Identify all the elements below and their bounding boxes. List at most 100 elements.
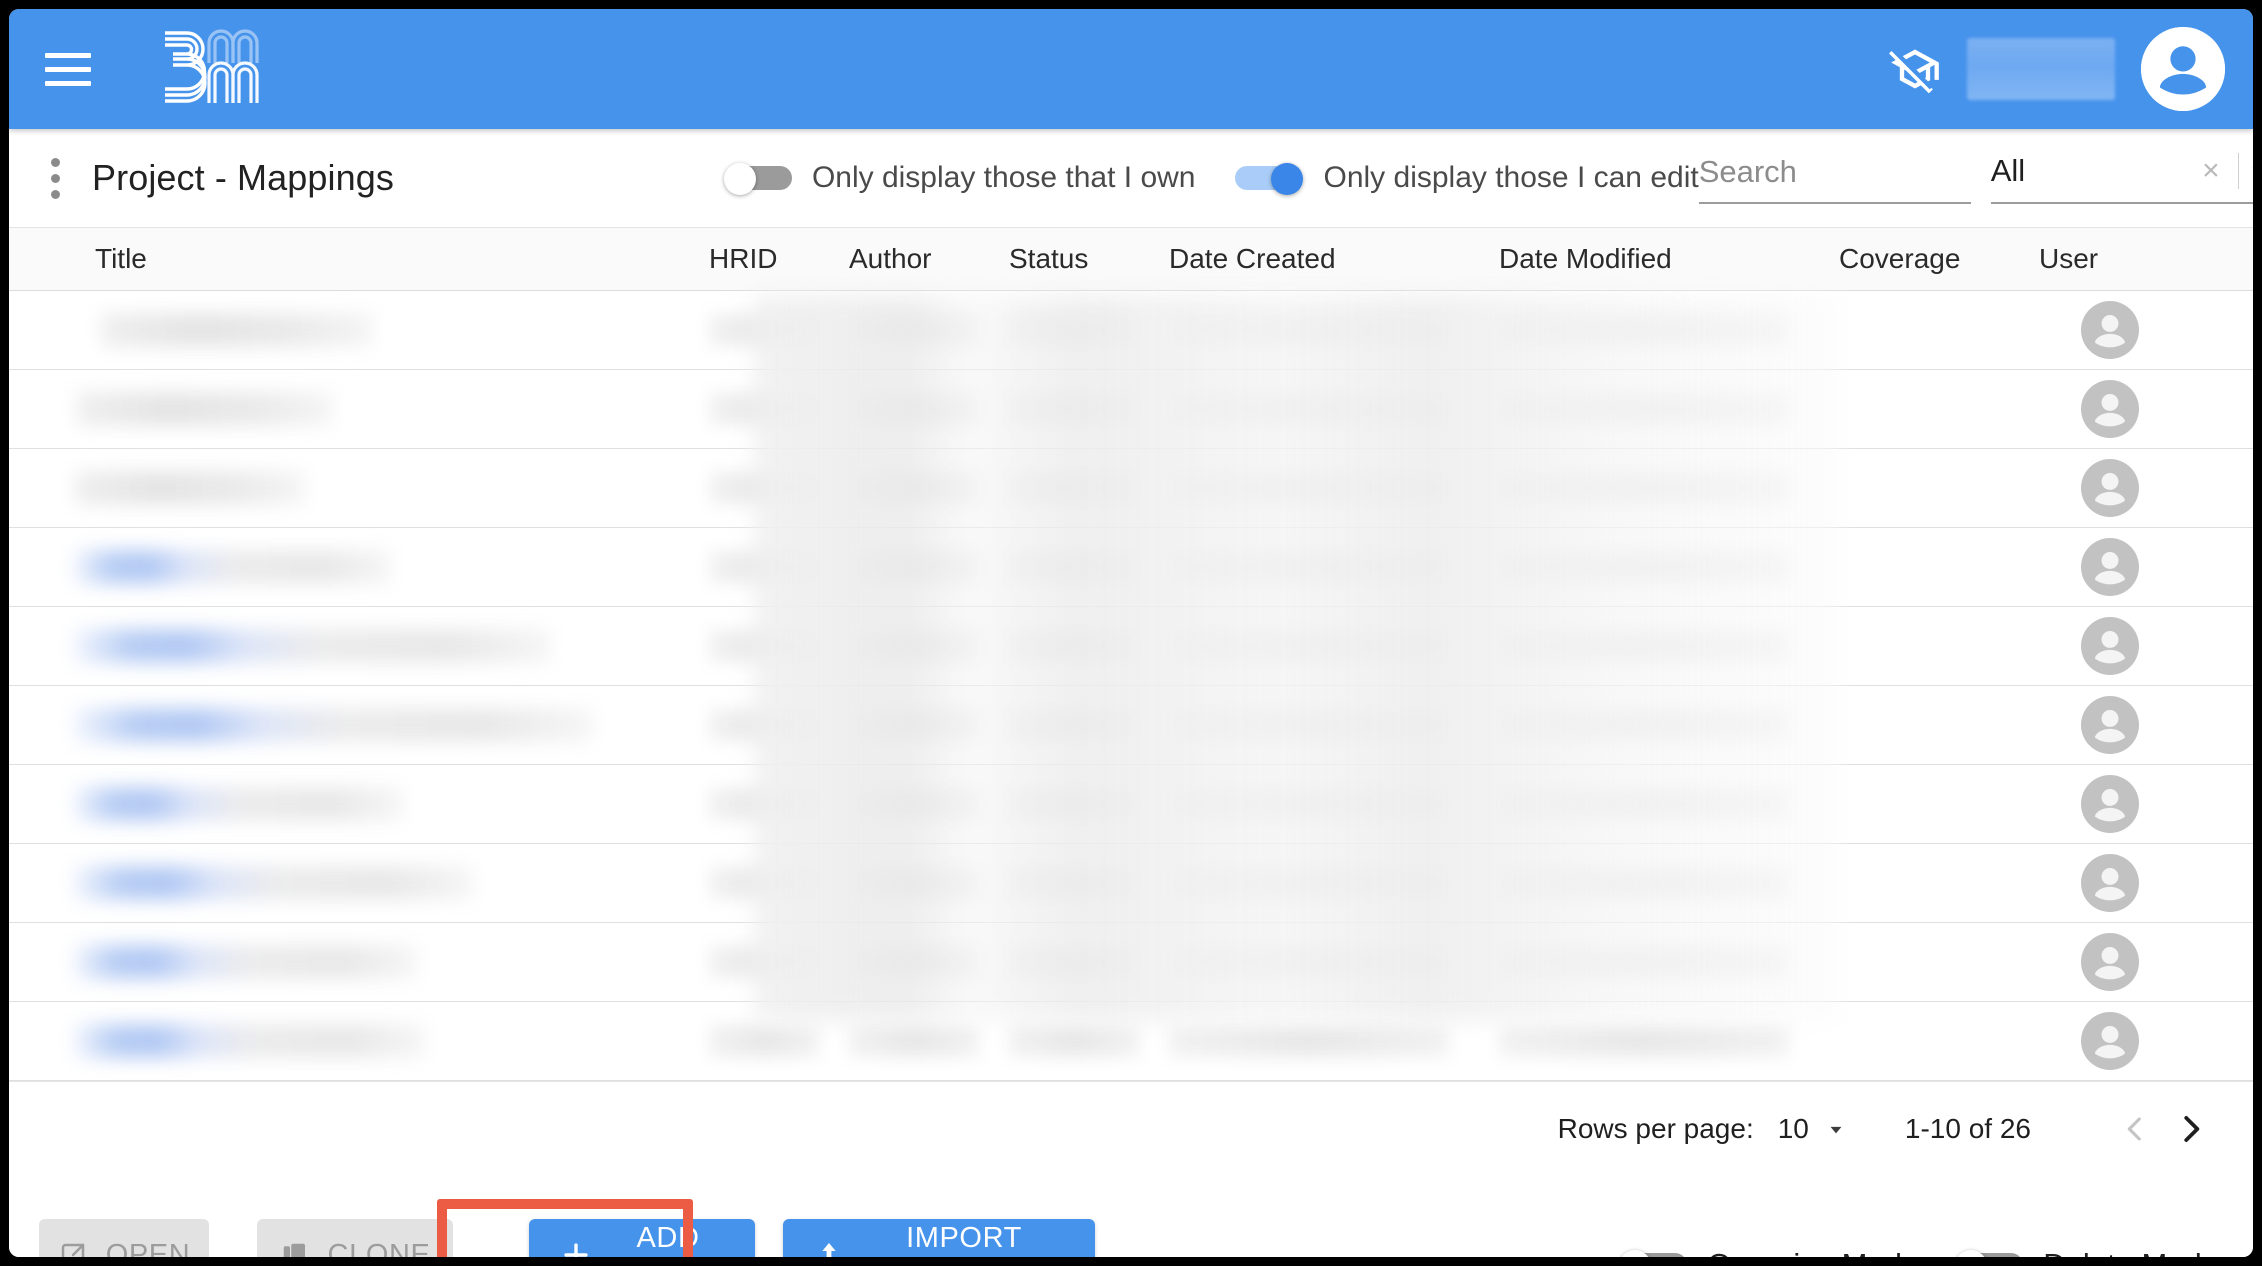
add-new-button[interactable]: ADD NEW: [529, 1219, 755, 1257]
cell-coverage: [1839, 449, 2039, 528]
toggle-only-own-switch[interactable]: [724, 163, 792, 193]
cell-created: [1169, 844, 1499, 923]
cell-title-redacted: [101, 313, 373, 347]
person-icon: [2081, 933, 2139, 991]
username-redacted: [1967, 38, 2115, 100]
cell-value-redacted: [1009, 393, 1139, 425]
cell-status: [1009, 686, 1169, 765]
cell-title: [9, 607, 709, 686]
table-row[interactable]: [9, 607, 2253, 686]
cell-coverage: [1839, 607, 2039, 686]
cell-author: [849, 291, 1009, 370]
cell-title: [9, 528, 709, 607]
field-divider: [2238, 153, 2239, 189]
filter-toggles: Only display those that I own Only displ…: [724, 161, 1699, 195]
cell-modified: [1499, 607, 1839, 686]
cell-coverage: [1839, 528, 2039, 607]
column-header-author[interactable]: Author: [849, 243, 1009, 275]
pagination: Rows per page: 10 1-10 of 26: [1558, 1101, 2219, 1157]
cell-author: [849, 528, 1009, 607]
cell-modified: [1499, 844, 1839, 923]
cell-modified: [1499, 765, 1839, 844]
cell-user: [2039, 449, 2219, 528]
toggle-delete-mode[interactable]: Delete Mode: [1955, 1247, 2219, 1257]
cell-value-redacted: [1499, 551, 1789, 583]
cell-value-redacted: [1499, 788, 1789, 820]
cell-value-redacted: [1009, 1025, 1139, 1057]
toggle-only-editable-label: Only display those I can edit: [1323, 161, 1698, 195]
hamburger-line: [45, 67, 91, 72]
cell-created: [1169, 923, 1499, 1002]
app-bar: [9, 9, 2253, 129]
cell-value-redacted: [1499, 946, 1789, 978]
cell-value-redacted: [1009, 472, 1139, 504]
search-input[interactable]: [1699, 154, 1971, 190]
toggle-only-editable-switch[interactable]: [1235, 163, 1303, 193]
column-header-title[interactable]: Title: [9, 243, 709, 275]
rows-per-page-value[interactable]: 10: [1778, 1113, 1809, 1145]
arrow-drop-down-icon[interactable]: [1821, 1114, 1851, 1144]
close-icon[interactable]: ×: [2188, 156, 2234, 186]
chevron-right-icon[interactable]: [2163, 1101, 2219, 1157]
table-row[interactable]: [9, 765, 2253, 844]
appbar-actions: [1889, 27, 2253, 111]
more-vert-icon[interactable]: [51, 158, 60, 199]
table-body: [9, 291, 2253, 1081]
column-header-hrid[interactable]: HRID: [709, 243, 849, 275]
toggle-organise-mode[interactable]: Organise Mode: [1619, 1247, 1919, 1257]
person-icon: [2081, 696, 2139, 754]
column-header-coverage[interactable]: Coverage: [1839, 243, 2039, 275]
table-row[interactable]: [9, 370, 2253, 449]
cell-coverage: [1839, 370, 2039, 449]
cell-author: [849, 1002, 1009, 1081]
cell-user: [2039, 686, 2219, 765]
column-header-status[interactable]: Status: [1009, 243, 1169, 275]
table-row[interactable]: [9, 923, 2253, 1002]
cell-value-redacted: [849, 630, 979, 662]
cell-status: [1009, 844, 1169, 923]
toggle-only-editable[interactable]: Only display those I can edit: [1235, 161, 1698, 195]
cell-title-redacted: [73, 629, 551, 663]
clone-button[interactable]: CLONE: [257, 1219, 453, 1257]
cell-user: [2039, 370, 2219, 449]
table-row[interactable]: [9, 844, 2253, 923]
cell-status: [1009, 370, 1169, 449]
table-row[interactable]: [9, 1002, 2253, 1081]
cell-author: [849, 844, 1009, 923]
toggle-only-own[interactable]: Only display those that I own: [724, 161, 1196, 195]
column-header-modified[interactable]: Date Modified: [1499, 243, 1839, 275]
cell-value-redacted: [849, 709, 979, 741]
chevron-down-icon[interactable]: [2243, 152, 2253, 190]
hamburger-menu-icon[interactable]: [45, 49, 93, 89]
cell-title: [9, 449, 709, 528]
table-row[interactable]: [9, 449, 2253, 528]
account-circle-icon[interactable]: [2141, 27, 2225, 111]
cell-value-redacted: [1499, 630, 1789, 662]
import-from-zip-button[interactable]: IMPORT FROM ZIP: [783, 1219, 1095, 1257]
column-header-user[interactable]: User: [2039, 243, 2219, 275]
cell-author: [849, 765, 1009, 844]
app-logo[interactable]: [157, 27, 297, 111]
filter-select[interactable]: All ×: [1991, 152, 2253, 204]
search-field[interactable]: [1699, 154, 1971, 204]
table-row[interactable]: [9, 528, 2253, 607]
cell-author: [849, 923, 1009, 1002]
toggle-delete-mode-switch[interactable]: [1955, 1250, 2023, 1257]
page-title: Project - Mappings: [92, 157, 394, 199]
footer-divider: [9, 1081, 2253, 1082]
kebab-dot: [51, 174, 60, 183]
cell-user: [2039, 1002, 2219, 1081]
cell-created: [1169, 528, 1499, 607]
cell-modified: [1499, 1002, 1839, 1081]
open-button[interactable]: OPEN: [39, 1219, 209, 1257]
toggle-organise-mode-switch[interactable]: [1619, 1250, 1687, 1257]
table-row[interactable]: [9, 686, 2253, 765]
column-header-created[interactable]: Date Created: [1169, 243, 1499, 275]
school-off-icon[interactable]: [1889, 43, 1941, 95]
cell-value-redacted: [1499, 867, 1789, 899]
import-from-zip-button-label: IMPORT FROM ZIP: [863, 1222, 1065, 1257]
cell-user: [2039, 765, 2219, 844]
chevron-left-icon[interactable]: [2107, 1101, 2163, 1157]
table-row[interactable]: [9, 291, 2253, 370]
cell-title-redacted: [73, 945, 417, 979]
